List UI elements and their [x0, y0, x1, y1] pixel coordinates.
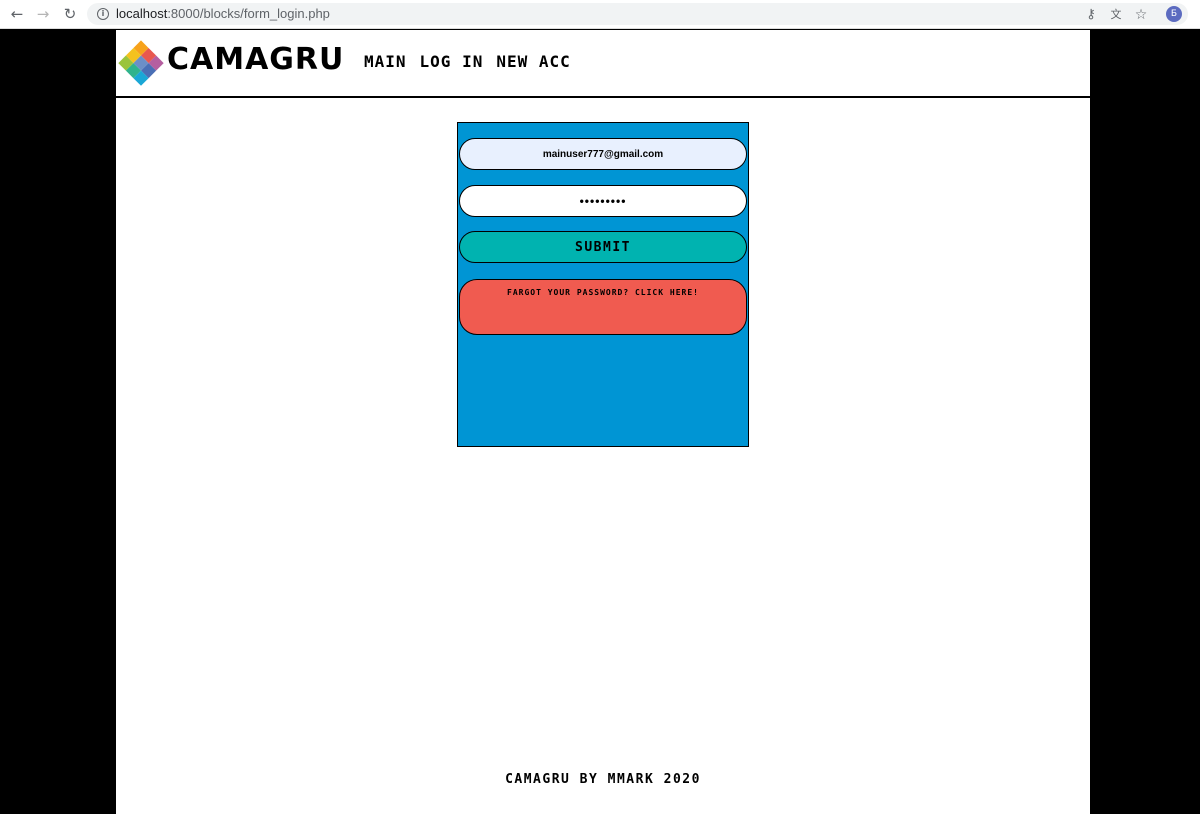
nav-link-log-in[interactable]: LOG IN [420, 52, 484, 71]
star-icon[interactable]: ☆ [1133, 7, 1149, 23]
forgot-password-button[interactable]: FARGOT YOUR PASSWORD? CLICK HERE! [459, 279, 747, 335]
arrow-right-icon[interactable]: → [34, 5, 52, 23]
url-host: localhost [116, 6, 168, 21]
submit-button[interactable]: SUBMIT [459, 231, 747, 263]
login-form: SUBMIT FARGOT YOUR PASSWORD? CLICK HERE! [457, 122, 749, 447]
page: CAMAGRU MAIN LOG IN NEW ACC SUBMIT FARGO… [116, 30, 1090, 814]
logo-text: CAMAGRU [167, 42, 345, 77]
password-field[interactable] [459, 185, 747, 217]
footer-text: CAMAGRU BY MMARK 2020 [505, 772, 701, 787]
email-field[interactable] [459, 138, 747, 170]
translate-icon[interactable]: 文 [1108, 7, 1124, 23]
info-icon[interactable]: i [97, 8, 109, 20]
nav-link-new-acc[interactable]: NEW ACC [496, 52, 570, 71]
arrow-left-icon[interactable]: ← [8, 5, 26, 23]
url-text[interactable]: localhost:8000/blocks/form_login.php [116, 6, 330, 21]
address-bar[interactable]: i localhost:8000/blocks/form_login.php ⚷… [87, 3, 1188, 25]
avatar[interactable]: Б [1166, 6, 1182, 22]
nav-link-main[interactable]: MAIN [364, 52, 407, 71]
main-nav: MAIN LOG IN NEW ACC [364, 52, 571, 71]
logo-icon [118, 40, 164, 86]
site-header: CAMAGRU MAIN LOG IN NEW ACC [116, 30, 1090, 98]
reload-icon[interactable]: ↻ [61, 5, 79, 23]
key-icon[interactable]: ⚷ [1083, 7, 1099, 23]
url-path: :8000/blocks/form_login.php [167, 6, 330, 21]
browser-toolbar: ← → ↻ i localhost:8000/blocks/form_login… [0, 0, 1200, 29]
